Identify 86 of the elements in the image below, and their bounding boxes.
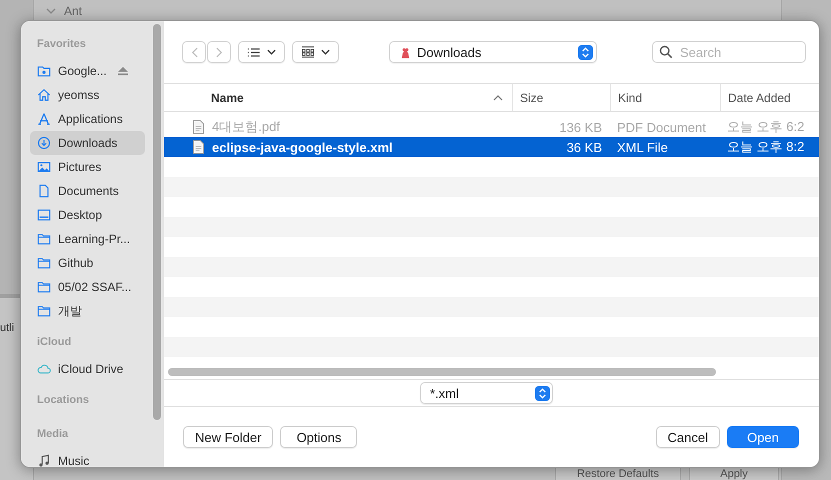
chevron-left-icon xyxy=(190,46,198,58)
section-title: Locations xyxy=(36,393,90,408)
folder-icon xyxy=(37,304,51,318)
location-label: Downloads xyxy=(417,44,482,60)
gallery-view-button[interactable] xyxy=(292,41,339,63)
applications-icon xyxy=(37,112,51,126)
column-header[interactable]: Name xyxy=(164,84,512,111)
folder-mascot-icon xyxy=(399,46,412,58)
sidebar-item[interactable]: Music xyxy=(30,449,145,467)
sidebar-label: Documents xyxy=(58,184,119,198)
scrollbar[interactable] xyxy=(153,24,161,420)
stepper-icon xyxy=(578,44,593,60)
sidebar-label: Downloads xyxy=(58,136,118,150)
desktop-icon xyxy=(37,208,51,222)
sidebar-label: Learning-Pr... xyxy=(58,232,130,246)
sidebar-item[interactable]: 05/02 SSAF... xyxy=(30,275,145,299)
file-size: 36 KB xyxy=(566,138,603,156)
date-added: 오늘 오후 8:2 xyxy=(726,138,806,156)
location-popup[interactable]: Downloads xyxy=(389,41,597,63)
document-icon xyxy=(37,184,51,198)
section-title: Media xyxy=(36,427,70,442)
open-button[interactable]: Open xyxy=(727,426,799,448)
file-name: 4대보험.pdf xyxy=(212,118,280,136)
file-type-popup[interactable]: *.xml xyxy=(420,382,553,404)
sidebar-label: 05/02 SSAF... xyxy=(58,280,132,294)
column-header[interactable]: Size xyxy=(512,84,610,111)
caret-icon xyxy=(267,49,276,55)
pictures-icon xyxy=(37,160,51,174)
back-button[interactable] xyxy=(182,41,206,63)
grid-icon xyxy=(301,46,315,58)
sidebar-item[interactable]: Learning-Pr... xyxy=(30,227,145,251)
sidebar-label: Desktop xyxy=(58,208,102,222)
file-icon xyxy=(193,140,204,154)
folder-icon xyxy=(37,256,51,270)
sidebar-item[interactable]: 개발 xyxy=(30,299,145,323)
caret-icon xyxy=(321,49,330,55)
stepper-icon xyxy=(535,386,550,400)
list-view-button[interactable] xyxy=(238,41,285,63)
folder-icon xyxy=(37,280,51,294)
file-kind: XML File xyxy=(616,138,669,156)
folder-icon xyxy=(37,232,51,246)
section-title: iCloud xyxy=(36,335,72,350)
sidebar-item[interactable]: Desktop xyxy=(30,203,145,227)
forward-button[interactable] xyxy=(207,41,231,63)
home-icon xyxy=(37,88,51,102)
sidebar-label: yeomss xyxy=(58,88,100,102)
dialog-button[interactable]: New Folder xyxy=(183,426,274,448)
sidebar-item[interactable]: Downloads xyxy=(30,131,145,155)
sidebar-label: Google... xyxy=(58,64,107,78)
sidebar-item[interactable]: Documents xyxy=(30,179,145,203)
sidebar-item[interactable]: Applications xyxy=(30,107,145,131)
cloud-icon xyxy=(37,362,51,376)
download-icon xyxy=(37,136,51,150)
file-icon xyxy=(193,120,204,134)
dialog-button[interactable]: Options xyxy=(280,426,358,448)
date-added: 오늘 오후 6:2 xyxy=(726,118,806,136)
chevron-right-icon xyxy=(216,46,222,58)
column-header[interactable]: Date Added xyxy=(720,84,819,111)
search-icon xyxy=(659,45,673,59)
search-field[interactable]: Search xyxy=(652,41,806,63)
sidebar-item[interactable]: Google... xyxy=(30,59,145,83)
sidebar-item[interactable]: iCloud Drive xyxy=(30,357,145,381)
drive-icon xyxy=(37,64,51,78)
sidebar-item[interactable]: Github xyxy=(30,251,145,275)
sidebar-label: Music xyxy=(58,454,90,467)
file-size: 136 KB xyxy=(558,118,603,136)
column-header[interactable]: Kind xyxy=(610,84,720,111)
file-kind: PDF Document xyxy=(616,118,707,136)
music-note-icon xyxy=(37,454,51,467)
eject-icon[interactable] xyxy=(116,66,129,76)
sidebar-label: 개발 xyxy=(58,302,82,320)
sidebar-label: Pictures xyxy=(58,160,102,174)
chevron-icon xyxy=(46,8,56,14)
sidebar-label: Applications xyxy=(58,112,123,126)
sidebar-item[interactable]: yeomss xyxy=(30,83,145,107)
file-name: eclipse-java-google-style.xml xyxy=(212,140,393,154)
sidebar-label: Github xyxy=(58,256,94,270)
scrollbar[interactable] xyxy=(168,368,716,376)
file-type-label: *.xml xyxy=(430,386,459,400)
cancel-button[interactable]: Cancel xyxy=(656,426,720,448)
tree-item: Ant xyxy=(64,4,82,18)
section-title: Favorites xyxy=(36,37,87,52)
list-icon xyxy=(247,46,261,58)
file-row[interactable]: eclipse-java-google-style.xml 36 KB XML File 오늘 오후 8:2 xyxy=(164,137,819,157)
sidebar-label: iCloud Drive xyxy=(58,362,124,376)
sidebar-item[interactable]: Pictures xyxy=(30,155,145,179)
